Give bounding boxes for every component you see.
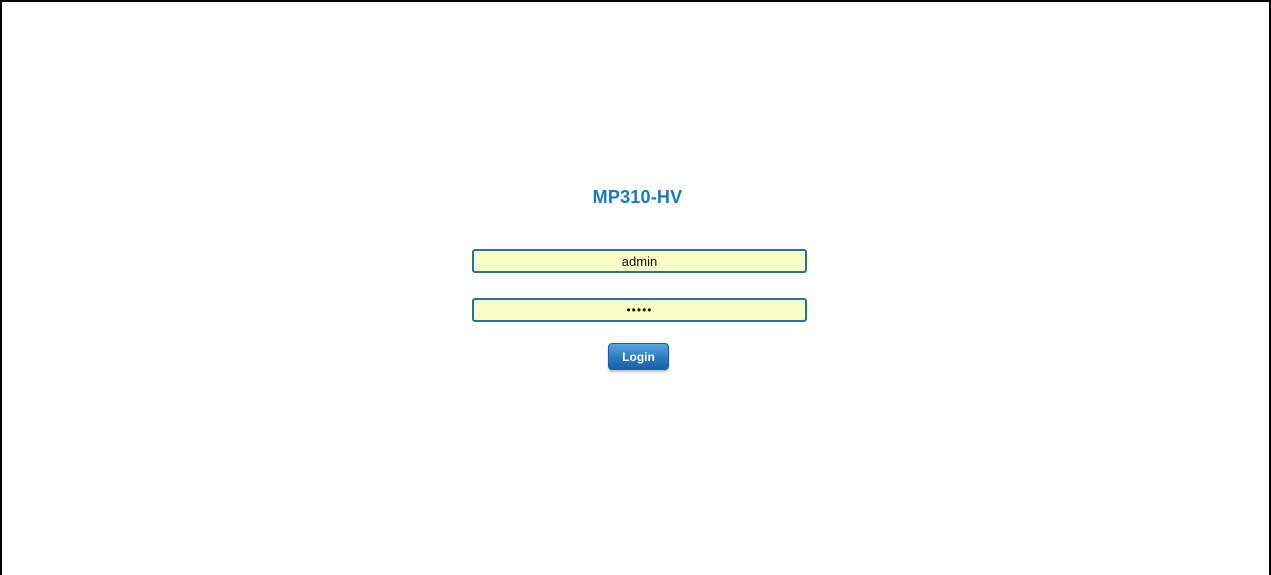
page-title: MP310-HV [592,187,683,207]
login-button[interactable]: Login [608,343,669,370]
page-frame: MP310-HV Login [0,0,1271,575]
password-input[interactable] [472,298,807,322]
username-input[interactable] [472,249,807,273]
